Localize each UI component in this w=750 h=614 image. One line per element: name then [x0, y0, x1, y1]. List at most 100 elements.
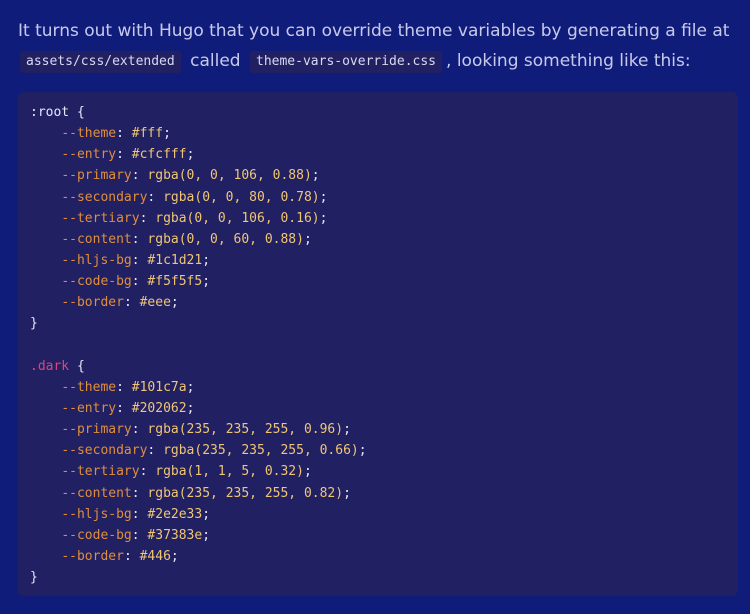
semicolon: ; — [311, 168, 320, 184]
css-declaration-line: --secondary: rgba(235, 235, 255, 0.66); — [30, 440, 726, 461]
semicolon: ; — [303, 464, 312, 480]
css-property: --border — [61, 295, 124, 311]
css-declaration-line: --tertiary: rgba(0, 0, 106, 0.16); — [30, 208, 726, 229]
css-declaration-line: --hljs-bg: #2e2e33; — [30, 504, 726, 525]
inline-code-path: assets/css/extended — [20, 51, 181, 73]
colon: : — [123, 548, 140, 564]
css-value: rgba(235, 235, 255, 0.82) — [147, 485, 344, 501]
css-property: --hljs-bg — [61, 506, 132, 522]
colon: : — [116, 379, 132, 395]
css-value: rgba(0, 0, 106, 0.16) — [155, 210, 320, 226]
colon: : — [131, 527, 148, 543]
css-value: #eee — [139, 295, 171, 311]
colon: : — [139, 210, 156, 226]
css-value: rgba(235, 235, 255, 0.66) — [163, 443, 359, 459]
colon: : — [131, 274, 148, 290]
colon: : — [139, 464, 156, 480]
css-declaration-line: --code-bg: #f5f5f5; — [30, 271, 726, 292]
semicolon: ; — [319, 210, 328, 226]
article-content: It turns out with Hugo that you can over… — [18, 16, 738, 76]
close-brace: } — [30, 316, 38, 332]
css-property: --theme — [61, 379, 117, 395]
semicolon: ; — [170, 548, 179, 564]
css-declaration-line: --tertiary: rgba(1, 1, 5, 0.32); — [30, 461, 726, 482]
css-value: #37383e — [147, 527, 203, 543]
colon: : — [131, 252, 148, 268]
css-property: --entry — [61, 400, 117, 416]
colon: : — [116, 400, 132, 416]
semicolon: ; — [202, 274, 211, 290]
semicolon: ; — [358, 443, 367, 459]
colon: : — [116, 126, 132, 142]
inline-code-filename: theme-vars-override.css — [250, 51, 443, 73]
close-brace: } — [30, 570, 38, 586]
css-declaration-line: --border: #446; — [30, 546, 726, 567]
semicolon: ; — [202, 506, 211, 522]
css-value: #cfcfff — [131, 147, 187, 163]
css-declaration-line: --hljs-bg: #1c1d21; — [30, 250, 726, 271]
css-declaration-line: --secondary: rgba(0, 0, 80, 0.78); — [30, 187, 726, 208]
intro-line-2: assets/css/extended called theme-vars-ov… — [18, 46, 738, 76]
semicolon: ; — [343, 422, 351, 438]
semicolon: ; — [343, 485, 351, 501]
css-declaration-line: --code-bg: #37383e; — [30, 525, 726, 546]
css-value: #fff — [131, 126, 164, 142]
semicolon: ; — [202, 252, 211, 268]
intro-paragraph: It turns out with Hugo that you can over… — [18, 16, 738, 76]
css-property: --content — [61, 485, 132, 501]
code-selector-line: .dark { — [30, 356, 726, 377]
semicolon: ; — [186, 400, 195, 416]
css-value: rgba(0, 0, 60, 0.88) — [147, 231, 304, 247]
css-value: rgba(1, 1, 5, 0.32) — [155, 464, 304, 480]
intro-line-1: It turns out with Hugo that you can over… — [18, 16, 738, 46]
css-value: #101c7a — [131, 379, 187, 395]
code-block[interactable]: :root { --theme: #fff; --entry: #cfcfff;… — [18, 92, 738, 596]
code-close-line: } — [30, 567, 726, 588]
css-declaration-line: --theme: #101c7a; — [30, 377, 726, 398]
css-property: --code-bg — [61, 527, 132, 543]
css-property: --border — [61, 548, 124, 564]
css-property: --hljs-bg — [61, 252, 132, 268]
colon: : — [123, 295, 140, 311]
css-value: rgba(0, 0, 80, 0.78) — [163, 189, 320, 205]
semicolon: ; — [303, 231, 312, 247]
css-declaration-line: --content: rgba(0, 0, 60, 0.88); — [30, 229, 726, 250]
css-value: rgba(235, 235, 255, 0.96) — [147, 422, 344, 438]
css-property: --primary — [61, 168, 132, 184]
css-property: --entry — [61, 147, 117, 163]
css-declaration-line: --entry: #202062; — [30, 398, 726, 419]
semicolon: ; — [163, 126, 171, 142]
colon: : — [147, 443, 164, 459]
css-property: --primary — [61, 422, 132, 438]
open-brace: { — [69, 358, 85, 374]
intro-text-part3: , looking something like this: — [446, 51, 691, 71]
css-value: #f5f5f5 — [147, 274, 203, 290]
semicolon: ; — [170, 295, 179, 311]
css-selector: :root — [30, 105, 70, 120]
css-property: --tertiary — [61, 210, 140, 226]
semicolon: ; — [202, 527, 211, 543]
css-property: --secondary — [61, 443, 148, 459]
css-value: #2e2e33 — [147, 506, 203, 522]
css-declaration-line: --entry: #cfcfff; — [30, 144, 726, 165]
colon: : — [116, 147, 132, 163]
css-selector: .dark — [30, 358, 70, 374]
css-value: #446 — [139, 548, 171, 564]
code-close-line: } — [30, 313, 726, 334]
colon: : — [131, 168, 148, 184]
css-value: #1c1d21 — [147, 252, 203, 268]
colon: : — [147, 189, 164, 205]
css-value: rgba(0, 0, 106, 0.88) — [147, 168, 312, 184]
css-declaration-line: --content: rgba(235, 235, 255, 0.82); — [30, 483, 726, 504]
css-declaration-line: --theme: #fff; — [30, 123, 726, 144]
css-property: --secondary — [61, 189, 148, 205]
semicolon: ; — [319, 189, 328, 205]
open-brace: { — [69, 105, 85, 120]
intro-text-part2: called — [190, 51, 241, 71]
colon: : — [131, 485, 148, 501]
intro-text-part1: It turns out with Hugo that you can over… — [18, 21, 730, 41]
css-value: #202062 — [131, 400, 187, 416]
colon: : — [131, 231, 148, 247]
css-property: --code-bg — [61, 274, 132, 290]
